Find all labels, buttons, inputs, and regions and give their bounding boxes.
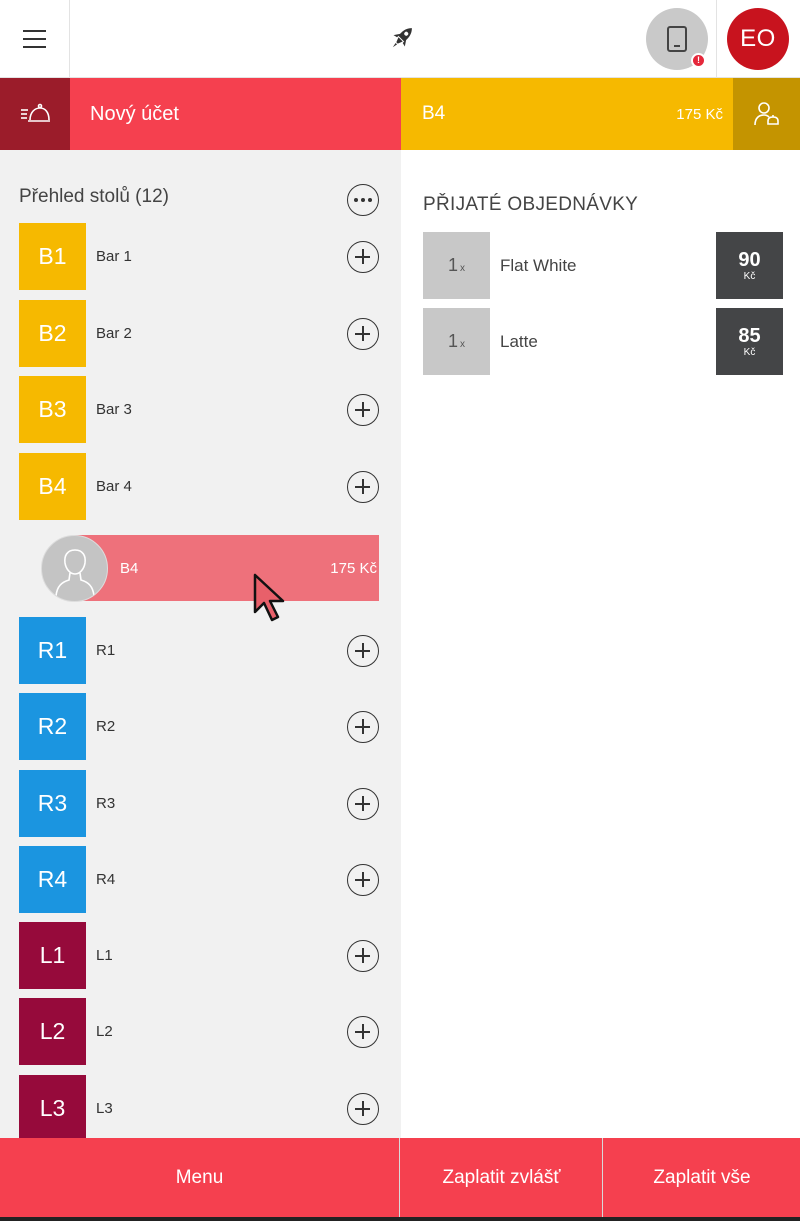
cursor-icon — [253, 573, 285, 622]
table-row[interactable]: B1 Bar 1 — [19, 223, 381, 290]
table-name: Bar 2 — [96, 325, 132, 342]
order-item-name: Latte — [500, 331, 538, 351]
table-badge: R4 — [19, 846, 86, 913]
add-account-button[interactable] — [347, 318, 379, 350]
bottom-bar: Menu Zaplatit zvlášť Zaplatit vše — [0, 1138, 800, 1217]
add-account-button[interactable] — [347, 471, 379, 503]
table-badge: L2 — [19, 998, 86, 1065]
table-name: L3 — [96, 1100, 113, 1117]
order-item-name: Flat White — [500, 255, 577, 275]
menu-button[interactable]: Menu — [0, 1138, 400, 1217]
table-row[interactable]: R4 R4 — [19, 846, 381, 913]
pay-all-button[interactable]: Zaplatit vše — [604, 1138, 800, 1217]
table-row[interactable]: B4 Bar 4 — [19, 453, 381, 520]
divider — [716, 0, 717, 78]
user-avatar[interactable]: EO — [727, 8, 789, 70]
add-account-button[interactable] — [347, 711, 379, 743]
customer-button[interactable] — [733, 78, 800, 150]
selected-table-header[interactable]: B4 175 Kč — [401, 78, 733, 150]
table-name: R3 — [96, 795, 116, 812]
table-badge: B2 — [19, 300, 86, 367]
table-badge: B4 — [19, 453, 86, 520]
orders-title: PŘIJATÉ OBJEDNÁVKY — [423, 194, 639, 215]
table-badge: L1 — [19, 922, 86, 989]
add-account-button[interactable] — [347, 394, 379, 426]
table-name: Bar 4 — [96, 478, 132, 495]
orders-panel: PŘIJATÉ OBJEDNÁVKY 1x Flat White 90 Kč 1… — [401, 150, 800, 1138]
order-price: 85 Kč — [716, 308, 783, 375]
table-row[interactable]: L2 L2 — [19, 998, 381, 1065]
table-row[interactable]: L3 L3 — [19, 1075, 381, 1138]
table-name: L2 — [96, 1023, 113, 1040]
add-account-button[interactable] — [347, 635, 379, 667]
order-price: 90 Kč — [716, 232, 783, 299]
table-name: Bar 3 — [96, 401, 132, 418]
table-name: Bar 1 — [96, 248, 132, 265]
top-bar: ! EO — [0, 0, 800, 78]
table-badge: R3 — [19, 770, 86, 837]
open-account-row[interactable]: B4 175 Kč — [75, 535, 379, 601]
rocket-icon — [392, 28, 412, 48]
table-row[interactable]: B2 Bar 2 — [19, 300, 381, 367]
table-row[interactable]: L1 L1 — [19, 922, 381, 989]
account-name: B4 — [120, 559, 139, 577]
waiter-button[interactable] — [0, 78, 70, 150]
order-quantity: 1x — [423, 232, 490, 299]
selected-table-name: B4 — [422, 103, 446, 124]
account-total: 175 Kč — [330, 559, 377, 577]
customer-icon — [753, 102, 779, 126]
table-badge: L3 — [19, 1075, 86, 1138]
table-row[interactable]: R1 R1 — [19, 617, 381, 684]
table-badge: R2 — [19, 693, 86, 760]
selected-table-total: 175 Kč — [676, 105, 723, 123]
new-account-button[interactable]: Nový účet — [70, 78, 401, 150]
more-options-icon[interactable] — [347, 184, 379, 216]
add-account-button[interactable] — [347, 1093, 379, 1125]
table-row[interactable]: R2 R2 — [19, 693, 381, 760]
table-row[interactable]: B3 Bar 3 — [19, 376, 381, 443]
table-name: R1 — [96, 642, 116, 659]
order-item[interactable]: 1x Latte 85 Kč — [423, 308, 783, 375]
tablet-icon — [667, 26, 687, 52]
add-account-button[interactable] — [347, 940, 379, 972]
device-status-button[interactable]: ! — [646, 8, 708, 70]
add-account-button[interactable] — [347, 788, 379, 820]
order-quantity: 1x — [423, 308, 490, 375]
screen-edge — [0, 1217, 800, 1221]
tables-title: Přehled stolů (12) — [19, 186, 169, 207]
table-name: L1 — [96, 947, 113, 964]
cloche-icon — [21, 103, 50, 122]
table-badge: B1 — [19, 223, 86, 290]
table-name: R4 — [96, 871, 116, 888]
table-badge: R1 — [19, 617, 86, 684]
hamburger-icon[interactable] — [0, 0, 70, 78]
table-row[interactable]: R3 R3 — [19, 770, 381, 837]
order-item[interactable]: 1x Flat White 90 Kč — [423, 232, 783, 299]
tables-panel[interactable]: Přehled stolů (12) B1 Bar 1 B2 Bar 2 B3 … — [0, 150, 401, 1138]
table-badge: B3 — [19, 376, 86, 443]
add-account-button[interactable] — [347, 241, 379, 273]
pay-separately-button[interactable]: Zaplatit zvlášť — [401, 1138, 603, 1217]
table-name: R2 — [96, 718, 116, 735]
action-bar: Nový účet B4 175 Kč — [0, 78, 800, 150]
add-account-button[interactable] — [347, 1016, 379, 1048]
account-avatar — [41, 535, 108, 602]
alert-badge: ! — [691, 53, 706, 68]
add-account-button[interactable] — [347, 864, 379, 896]
person-icon — [55, 549, 95, 597]
